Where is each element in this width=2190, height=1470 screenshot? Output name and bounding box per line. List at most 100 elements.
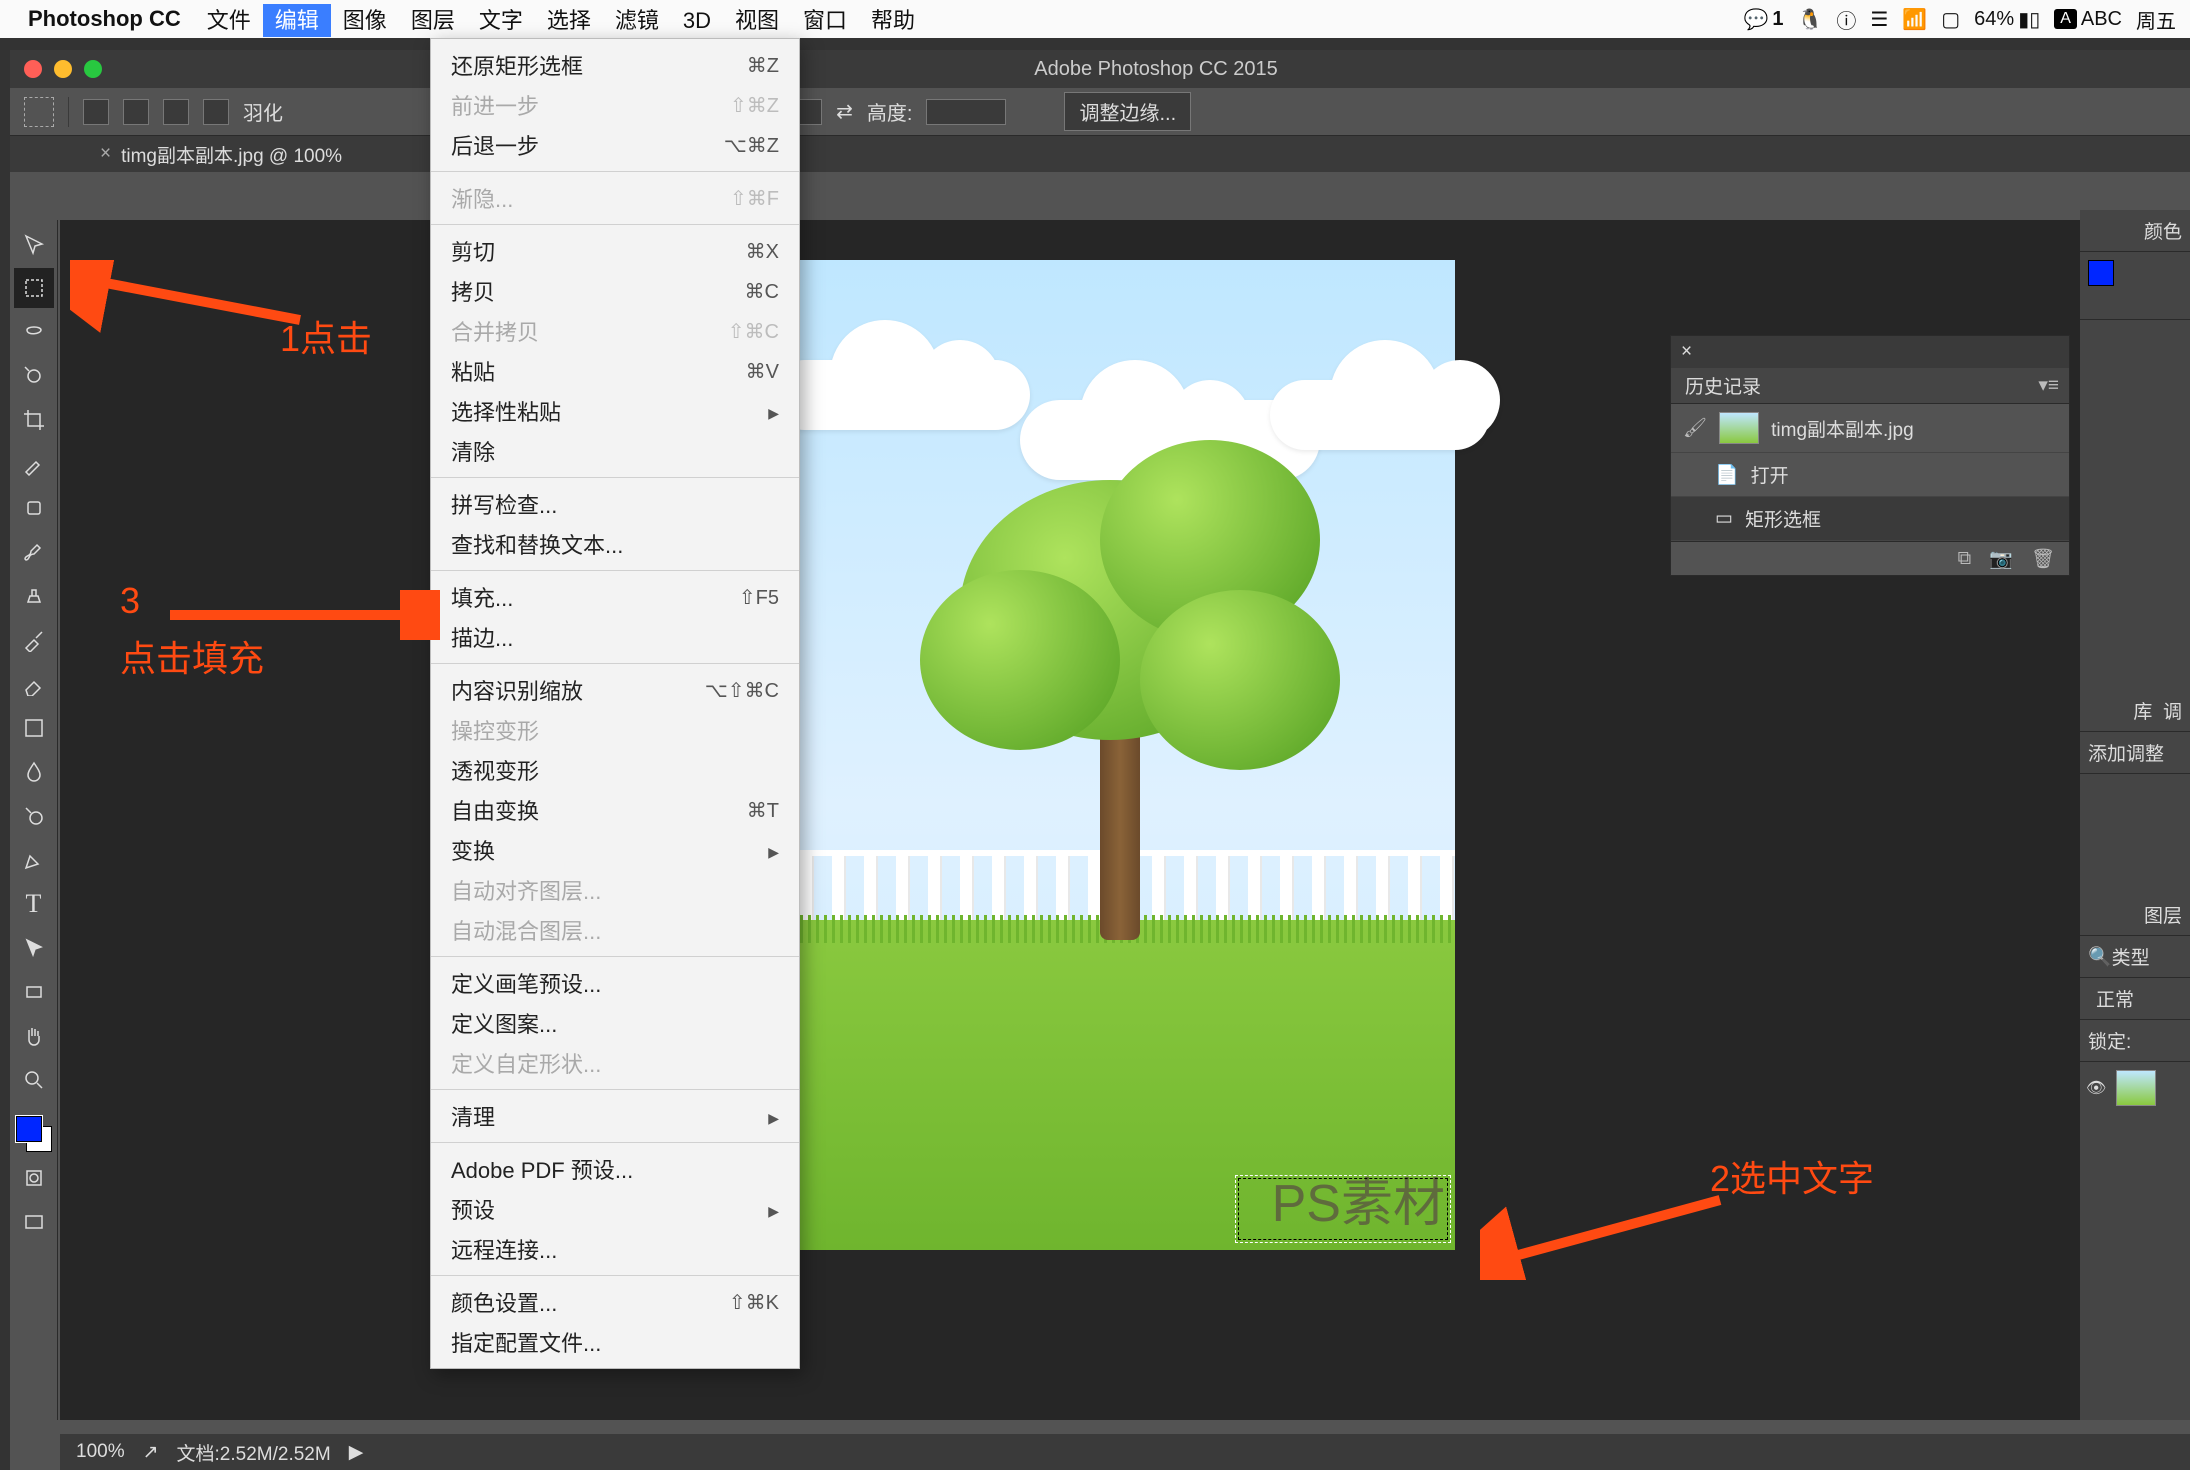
menu-文件[interactable]: 文件 — [195, 4, 263, 37]
zoom-tool[interactable] — [14, 1060, 54, 1100]
wechat-status-icon[interactable]: 💬 1 — [1743, 7, 1783, 32]
delete-state-icon[interactable]: 🗑 — [2031, 547, 2055, 571]
close-tab-icon[interactable]: × — [100, 143, 111, 165]
menu-item[interactable]: 查找和替换文本... — [431, 524, 799, 564]
foreground-color-swatch[interactable] — [16, 1116, 42, 1142]
menu-视图[interactable]: 视图 — [723, 4, 791, 37]
hand-tool[interactable] — [14, 1016, 54, 1056]
menu-item[interactable]: Adobe PDF 预设... — [431, 1149, 799, 1189]
app-name[interactable]: Photoshop CC — [28, 6, 181, 32]
color-swatches[interactable] — [14, 1114, 54, 1154]
eraser-tool[interactable] — [14, 664, 54, 704]
menu-item[interactable]: 拼写检查... — [431, 484, 799, 524]
eyedropper-tool[interactable] — [14, 444, 54, 484]
refine-edge-button[interactable]: 调整边缘... — [1064, 92, 1191, 131]
spot-healing-tool[interactable] — [14, 488, 54, 528]
layer-filter-kind[interactable]: 类型 — [2112, 943, 2150, 970]
menu-item[interactable]: 变换 — [431, 830, 799, 870]
crop-tool[interactable] — [14, 400, 54, 440]
path-selection-tool[interactable] — [14, 928, 54, 968]
screen-mode-toggle[interactable] — [14, 1202, 54, 1242]
input-method[interactable]: A ABC — [2054, 8, 2122, 31]
dnd-icon[interactable]: ☰ — [1870, 7, 1888, 32]
history-panel-close-icon[interactable]: × — [1681, 341, 1692, 363]
menu-item[interactable]: 预设 — [431, 1189, 799, 1229]
color-panel-tab[interactable]: 颜色 — [2080, 210, 2190, 252]
new-selection-icon[interactable] — [83, 99, 109, 125]
history-panel-tab[interactable]: 历史记录 — [1671, 372, 1775, 399]
add-selection-icon[interactable] — [123, 99, 149, 125]
history-step-row[interactable]: ▭ 矩形选框 — [1671, 497, 2069, 541]
lasso-tool[interactable] — [14, 312, 54, 352]
menu-图层[interactable]: 图层 — [399, 4, 467, 37]
menu-滤镜[interactable]: 滤镜 — [603, 4, 671, 37]
swap-wh-icon[interactable]: ⇄ — [836, 99, 853, 124]
layer-thumbnail[interactable] — [2116, 1070, 2156, 1106]
blend-mode-select[interactable]: 正常 — [2088, 983, 2154, 1014]
menu-item[interactable]: 后退一步⌥⌘Z — [431, 125, 799, 165]
history-snapshot-row[interactable]: 🖌 timg副本副本.jpg — [1671, 404, 2069, 453]
menu-item[interactable]: 清理 — [431, 1096, 799, 1136]
height-input[interactable] — [926, 99, 1006, 125]
history-step-row[interactable]: 📄 打开 — [1671, 453, 2069, 497]
zoom-level[interactable]: 100% — [76, 1441, 125, 1463]
menu-文字[interactable]: 文字 — [467, 4, 535, 37]
history-brush-source-icon[interactable]: 🖌 — [1683, 416, 1707, 440]
quick-selection-tool[interactable] — [14, 356, 54, 396]
blur-tool[interactable] — [14, 752, 54, 792]
current-tool-icon[interactable] — [24, 97, 54, 127]
zoom-window-button[interactable] — [84, 60, 102, 78]
document-info[interactable]: 文档:2.52M/2.52M — [177, 1439, 331, 1466]
display-icon[interactable]: ▢ — [1941, 7, 1960, 32]
clock-day[interactable]: 周五 — [2136, 5, 2176, 34]
panel-menu-icon[interactable]: ▾≡ — [2038, 374, 2069, 397]
clone-stamp-tool[interactable] — [14, 576, 54, 616]
menu-item[interactable]: 透视变形 — [431, 750, 799, 790]
create-snapshot-icon[interactable]: 📷 — [1989, 547, 2013, 571]
menu-item[interactable]: 清除 — [431, 431, 799, 471]
menu-item[interactable]: 定义图案... — [431, 1003, 799, 1043]
battery-status[interactable]: 64% ▮▯ — [1974, 7, 2040, 32]
document-tab[interactable]: × timg副本副本.jpg @ 100% — [100, 141, 342, 168]
menu-帮助[interactable]: 帮助 — [859, 4, 927, 37]
menu-item[interactable]: 选择性粘贴 — [431, 391, 799, 431]
menu-编辑[interactable]: 编辑 — [263, 4, 331, 37]
info-icon[interactable]: ⓘ — [1836, 5, 1856, 34]
document-canvas[interactable]: PS素材 — [800, 260, 1455, 1250]
menu-选择[interactable]: 选择 — [535, 4, 603, 37]
menu-item[interactable]: 自由变换⌘T — [431, 790, 799, 830]
close-window-button[interactable] — [24, 60, 42, 78]
adjustments-panel-tab[interactable]: 调 — [2163, 697, 2182, 724]
menu-图像[interactable]: 图像 — [331, 4, 399, 37]
rectangle-tool[interactable] — [14, 972, 54, 1012]
menu-3D[interactable]: 3D — [671, 4, 723, 37]
menu-item[interactable]: 剪切⌘X — [431, 231, 799, 271]
menu-item[interactable]: 远程连接... — [431, 1229, 799, 1269]
menu-item[interactable]: 拷贝⌘C — [431, 271, 799, 311]
layers-panel-tab[interactable]: 图层 — [2080, 894, 2190, 936]
wifi-icon[interactable]: 📶 — [1902, 7, 1927, 32]
dodge-tool[interactable] — [14, 796, 54, 836]
gradient-tool[interactable] — [14, 708, 54, 748]
marquee-selection[interactable] — [1238, 1178, 1448, 1240]
minimize-window-button[interactable] — [54, 60, 72, 78]
menu-item[interactable]: 颜色设置...⇧⌘K — [431, 1282, 799, 1322]
subtract-selection-icon[interactable] — [163, 99, 189, 125]
type-tool[interactable]: T — [14, 884, 54, 924]
intersect-selection-icon[interactable] — [203, 99, 229, 125]
menu-item[interactable]: 指定配置文件... — [431, 1322, 799, 1362]
color-swatch-icon[interactable] — [2088, 260, 2114, 286]
rectangular-marquee-tool[interactable] — [14, 268, 54, 308]
qq-status-icon[interactable]: 🐧 — [1798, 7, 1823, 32]
history-brush-tool[interactable] — [14, 620, 54, 660]
brush-tool[interactable] — [14, 532, 54, 572]
menu-item[interactable]: 还原矩形选框⌘Z — [431, 45, 799, 85]
libraries-panel-tab[interactable]: 库 — [2133, 697, 2152, 724]
quick-mask-toggle[interactable] — [14, 1158, 54, 1198]
pen-tool[interactable] — [14, 840, 54, 880]
menu-item[interactable]: 内容识别缩放⌥⇧⌘C — [431, 670, 799, 710]
menu-窗口[interactable]: 窗口 — [791, 4, 859, 37]
menu-item[interactable]: 填充...⇧F5 — [431, 577, 799, 617]
visibility-toggle-icon[interactable]: 👁 — [2086, 1078, 2106, 1098]
create-document-from-state-icon[interactable]: ⧉ — [1958, 548, 1972, 570]
